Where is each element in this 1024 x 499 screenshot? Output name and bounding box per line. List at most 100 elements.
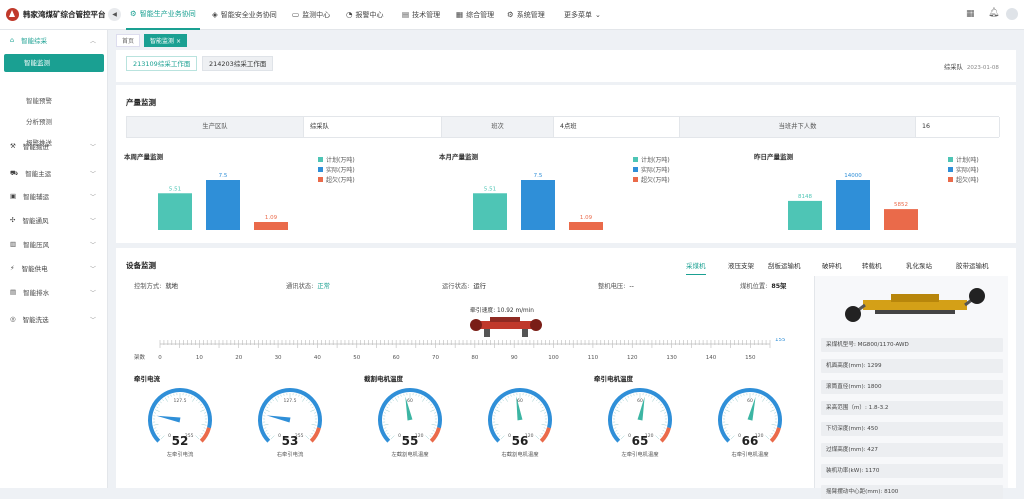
gauge-tick: [432, 407, 434, 408]
sidebar-group-5[interactable]: ▥智能压风﹀: [0, 234, 108, 254]
gauge-mid: 127.5: [284, 398, 297, 404]
production-bar-chart: 8148140005852: [776, 163, 926, 233]
topnav-item-2[interactable]: ▭监测中心: [288, 0, 334, 30]
sidebar-group-1[interactable]: ⚒智能掘进﹀: [0, 136, 108, 156]
gauge-tick: [434, 428, 436, 429]
bell-icon[interactable]: 🔔︎: [988, 8, 999, 18]
chevron-down-icon: ﹀: [90, 288, 96, 297]
gauge-tick: [663, 430, 665, 431]
gauge-tick: [725, 410, 730, 412]
topnav-label: 系统管理: [517, 0, 545, 30]
gauge-arc-warn: [311, 428, 319, 441]
workface-tab-214203[interactable]: 214203综采工作面: [202, 56, 273, 71]
gauge-tick: [270, 402, 271, 403]
sidebar-group-2[interactable]: ⛟智能主运﹀: [0, 163, 108, 183]
gauge-tick: [772, 424, 777, 425]
topnav-label: 智能安全业务协同: [221, 0, 277, 30]
gauge-tick: [201, 433, 203, 434]
sidebar-group-3[interactable]: ▣智能辅运﹀: [0, 186, 108, 206]
chevron-down-icon: ﹀: [90, 169, 96, 178]
gauge-arc-warn: [661, 428, 669, 441]
gauge-tick: [543, 430, 545, 431]
chevron-down-icon: ﹀: [90, 216, 96, 225]
workface-tab-213109[interactable]: 213109综采工作面: [126, 56, 197, 71]
device-tab-6[interactable]: 胶带运输机: [956, 260, 989, 270]
topnav-label: 报警中心: [356, 0, 384, 30]
sidebar-item-active[interactable]: 智能监测: [4, 54, 104, 72]
production-bar-chart: 5.517.51.09: [461, 163, 611, 233]
gauge-tick: [494, 413, 496, 414]
sidebar-group-0[interactable]: ⌂智能综采︿: [0, 30, 108, 50]
sidebar-subitem-3[interactable]: 报警推送: [26, 137, 52, 147]
gauge-tick: [385, 430, 387, 431]
avatar[interactable]: [1006, 8, 1018, 20]
collapse-sidebar-button[interactable]: ◀: [108, 8, 121, 21]
device-tab-5[interactable]: 乳化泵站: [906, 260, 932, 270]
shift-value: 4点班: [554, 117, 680, 137]
gauge-mid: 60: [747, 398, 753, 404]
gauge-tick: [497, 433, 499, 434]
spec-row: 机面高度(mm): 1299: [821, 359, 1003, 373]
topnav-item-3[interactable]: ◔报警中心: [342, 0, 388, 30]
run-status: 运行状态:运行: [442, 281, 486, 290]
gauge-tick: [386, 407, 388, 408]
gauge-tick: [268, 404, 270, 405]
document-icon: ▤: [402, 0, 409, 30]
gauge-arc-warn: [771, 428, 779, 441]
legend-swatch: [948, 167, 953, 172]
legend-label: 计划(吨): [956, 155, 979, 164]
app-title: 韩家湾煤矿综合管控平台: [23, 9, 106, 20]
gauge-tick: [494, 428, 496, 429]
topnav-item-7[interactable]: 更多菜单 ⌄: [560, 0, 605, 30]
sidebar-group-6[interactable]: ⚡︎智能供电﹀: [0, 258, 108, 278]
topnav-item-1[interactable]: ◈智能安全业务协同: [208, 0, 281, 30]
bar-value-label: 7.5: [219, 173, 228, 179]
sidebar-group-label: 智能排水: [23, 287, 49, 297]
device-tab-3[interactable]: 破碎机: [822, 260, 842, 270]
drill-icon: ⚒: [10, 142, 16, 150]
gauge-tick: [762, 398, 765, 402]
gauge-tick: [200, 410, 205, 412]
truck-icon: ▣: [10, 192, 16, 200]
breadcrumb-home[interactable]: 首页: [116, 34, 140, 47]
topnav-item-4[interactable]: ▤技术管理: [398, 0, 444, 30]
gauge-mid: 127.5: [174, 398, 187, 404]
topnav-item-0[interactable]: ⚙智能生产业务协同: [126, 0, 200, 30]
device-tab-4[interactable]: 转载机: [862, 260, 882, 270]
gauge-tick: [165, 398, 168, 402]
topnav-item-5[interactable]: ▦综合管理: [452, 0, 498, 30]
grid-menu-icon[interactable]: ▦: [966, 9, 975, 19]
gauge-tick: [664, 413, 666, 414]
topnav-item-6[interactable]: ⚙系统管理: [503, 0, 549, 30]
gauge-tick: [773, 430, 775, 431]
sidebar-group-4[interactable]: ✣智能通风﹀: [0, 210, 108, 230]
gauge-tick: [724, 424, 729, 425]
power-icon: ⚡︎: [10, 264, 15, 272]
gauge-group-title: 牵引电流: [134, 373, 160, 383]
scale-tick-label: 40: [314, 355, 321, 361]
sidebar-group-7[interactable]: ▤智能排水﹀: [0, 282, 108, 302]
sidebar-group-8[interactable]: ◎智能洗选﹀: [0, 309, 108, 329]
gauge-tick: [431, 433, 433, 434]
gauge-tick: [495, 410, 500, 412]
device-tab-1[interactable]: 液压支架: [728, 260, 754, 270]
gauge-tick: [421, 396, 422, 398]
sidebar-subitem-2[interactable]: 分析预测: [26, 116, 52, 126]
gauge-tick: [494, 424, 499, 425]
device-tab-2[interactable]: 刮板运输机: [768, 260, 801, 270]
gauge-tick: [432, 424, 437, 425]
gauge-group-title: 牵引电机温度: [594, 373, 633, 383]
breadcrumb-current[interactable]: 智能监测 ×: [144, 34, 187, 47]
gauge-tick: [204, 413, 206, 414]
gauge-tick: [301, 396, 302, 398]
gauge-value: 55: [390, 434, 430, 448]
gauge-tick: [264, 424, 269, 425]
bar-0: [473, 193, 507, 230]
gauge-tick: [160, 402, 161, 403]
sidebar-subitem-1[interactable]: 智能预警: [26, 95, 52, 105]
device-tab-0[interactable]: 采煤机: [686, 260, 706, 275]
gauge-tick: [422, 398, 425, 402]
gauge-tick: [198, 402, 199, 403]
gauge-tick: [649, 395, 650, 397]
legend-item: 计划(万吨): [633, 154, 670, 164]
